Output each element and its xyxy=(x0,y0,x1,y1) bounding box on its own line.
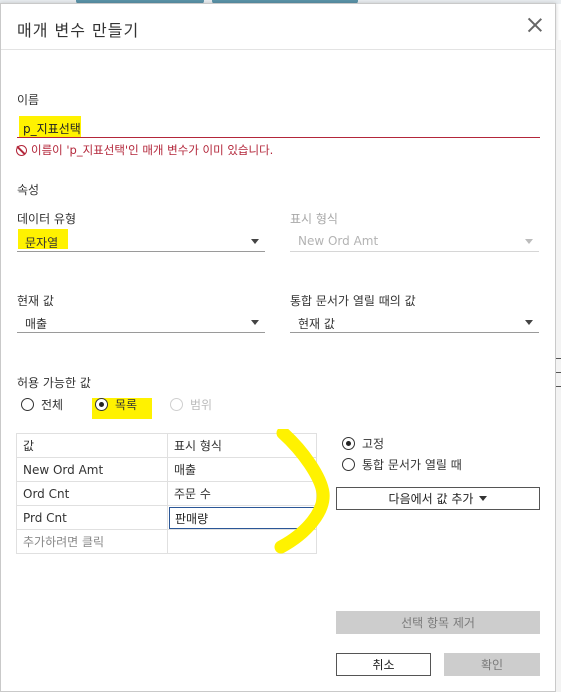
allowable-range-radio: 범위 xyxy=(170,396,212,413)
name-input-value: p_지표선택 xyxy=(23,122,81,136)
radio-label: 전체 xyxy=(41,398,64,412)
radio-selected-icon xyxy=(342,437,355,450)
error-message: 이름이 'p_지표선택'인 매개 변수가 이미 있습니다. xyxy=(16,142,273,158)
list-on-open-radio[interactable]: 통합 문서가 열릴 때 xyxy=(342,456,462,473)
data-type-label: 데이터 유형 xyxy=(17,212,77,226)
table-add-row[interactable]: 추가하려면 클릭 xyxy=(16,529,317,554)
table-row[interactable]: Ord Cnt 주문 수 xyxy=(16,481,317,506)
dialog-title: 매개 변수 만들기 xyxy=(17,21,140,40)
background-scrollbar xyxy=(556,40,561,692)
error-icon xyxy=(16,144,27,156)
chevron-down-icon xyxy=(525,320,533,325)
add-value-placeholder[interactable]: 추가하려면 클릭 xyxy=(16,529,168,554)
title-bar: 매개 변수 만들기 xyxy=(1,4,555,50)
data-type-value: 문자열 xyxy=(25,236,59,250)
cancel-button[interactable]: 취소 xyxy=(336,653,431,676)
radio-label: 목록 xyxy=(115,398,138,412)
error-text: 이름이 'p_지표선택'인 매개 변수가 이미 있습니다. xyxy=(31,143,274,157)
allowable-list-radio[interactable]: 목록 xyxy=(95,396,137,413)
table-row[interactable]: New Ord Amt 매출 xyxy=(16,457,317,482)
close-icon[interactable] xyxy=(525,15,545,35)
radio-icon xyxy=(21,398,34,411)
current-value: 매출 xyxy=(25,317,48,331)
values-table: 값 표시 형식 New Ord Amt 매출 Ord Cnt 주문 수 Prd … xyxy=(16,433,317,554)
create-parameter-dialog: 매개 변수 만들기 이름 p_지표선택 이름이 'p_지표선택'인 매개 변수가… xyxy=(0,3,556,692)
workbook-open-select[interactable]: 현재 값 xyxy=(290,311,539,333)
current-value-label: 현재 값 xyxy=(17,294,54,308)
radio-label: 통합 문서가 열릴 때 xyxy=(362,458,462,472)
data-type-select[interactable]: 문자열 xyxy=(17,230,265,252)
radio-label: 범위 xyxy=(190,398,213,412)
chevron-down-icon xyxy=(525,239,533,244)
add-values-from-button[interactable]: 다음에서 값 추가 xyxy=(336,487,540,510)
remove-selected-button: 선택 항목 제거 xyxy=(336,611,540,634)
button-label: 다음에서 값 추가 xyxy=(388,492,474,506)
table-header-row: 값 표시 형식 xyxy=(16,433,317,458)
list-fixed-radio[interactable]: 고정 xyxy=(342,435,384,452)
value-cell[interactable]: Ord Cnt xyxy=(16,481,168,506)
current-value-select[interactable]: 매출 xyxy=(17,311,265,333)
value-cell[interactable]: Prd Cnt xyxy=(16,505,168,530)
radio-selected-icon xyxy=(95,398,108,411)
table-row[interactable]: Prd Cnt 판매량 xyxy=(16,505,317,530)
allowable-all-radio[interactable]: 전체 xyxy=(21,396,63,413)
workbook-open-value: 현재 값 xyxy=(298,317,335,331)
caret-down-icon xyxy=(479,496,488,501)
chevron-down-icon xyxy=(251,320,259,325)
background-mark xyxy=(556,358,561,359)
name-input[interactable]: p_지표선택 xyxy=(17,116,540,138)
highlight-scribble xyxy=(274,429,330,554)
value-cell[interactable]: New Ord Amt xyxy=(16,457,168,482)
display-format-value: New Ord Amt xyxy=(298,234,379,248)
properties-label: 속성 xyxy=(17,183,40,197)
name-label: 이름 xyxy=(17,93,40,107)
background-mark xyxy=(556,372,561,373)
radio-icon xyxy=(342,458,355,471)
chevron-down-icon xyxy=(251,239,259,244)
allowable-values-label: 허용 가능한 값 xyxy=(17,376,91,390)
header-value: 값 xyxy=(16,433,168,458)
ok-button: 확인 xyxy=(444,653,540,676)
radio-label: 고정 xyxy=(362,437,385,451)
workbook-open-label: 통합 문서가 열릴 때의 값 xyxy=(290,294,416,308)
background-mark xyxy=(556,386,561,387)
display-format-select: New Ord Amt xyxy=(290,230,539,252)
radio-icon xyxy=(170,398,183,411)
display-format-label: 표시 형식 xyxy=(290,212,338,226)
